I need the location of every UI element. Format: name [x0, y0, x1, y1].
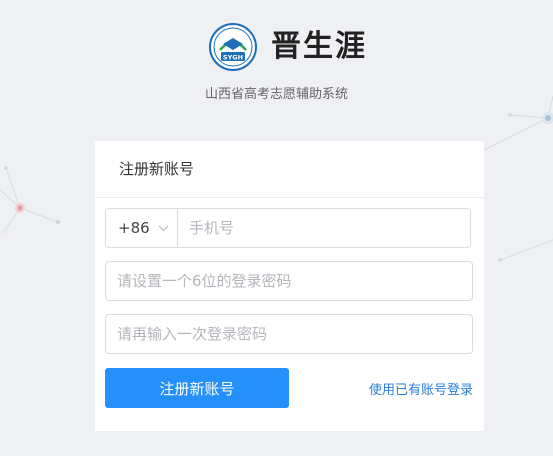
logo-text: SYGH — [223, 53, 243, 61]
country-code-select[interactable]: +86 — [106, 209, 178, 247]
confirm-password-input[interactable] — [106, 315, 472, 353]
login-link[interactable]: 使用已有账号登录 — [369, 379, 473, 398]
chevron-down-icon — [158, 225, 169, 231]
card-title: 注册新账号 — [95, 141, 484, 198]
confirm-password-field — [105, 314, 473, 354]
brand-header: SYGH 晋生涯 — [209, 23, 367, 71]
brand-title: 晋生涯 — [271, 29, 367, 64]
phone-input[interactable] — [178, 209, 470, 247]
register-button[interactable]: 注册新账号 — [105, 368, 289, 408]
country-code-value: +86 — [118, 219, 150, 237]
register-card: 注册新账号 +86 注册新账号 使用已有账号登录 — [95, 141, 484, 431]
brand-subtitle: 山西省高考志愿辅助系统 — [204, 87, 348, 102]
phone-field: +86 — [105, 208, 471, 248]
password-input[interactable] — [106, 262, 472, 300]
password-field — [105, 261, 473, 301]
sygh-logo-icon: SYGH — [209, 23, 257, 71]
